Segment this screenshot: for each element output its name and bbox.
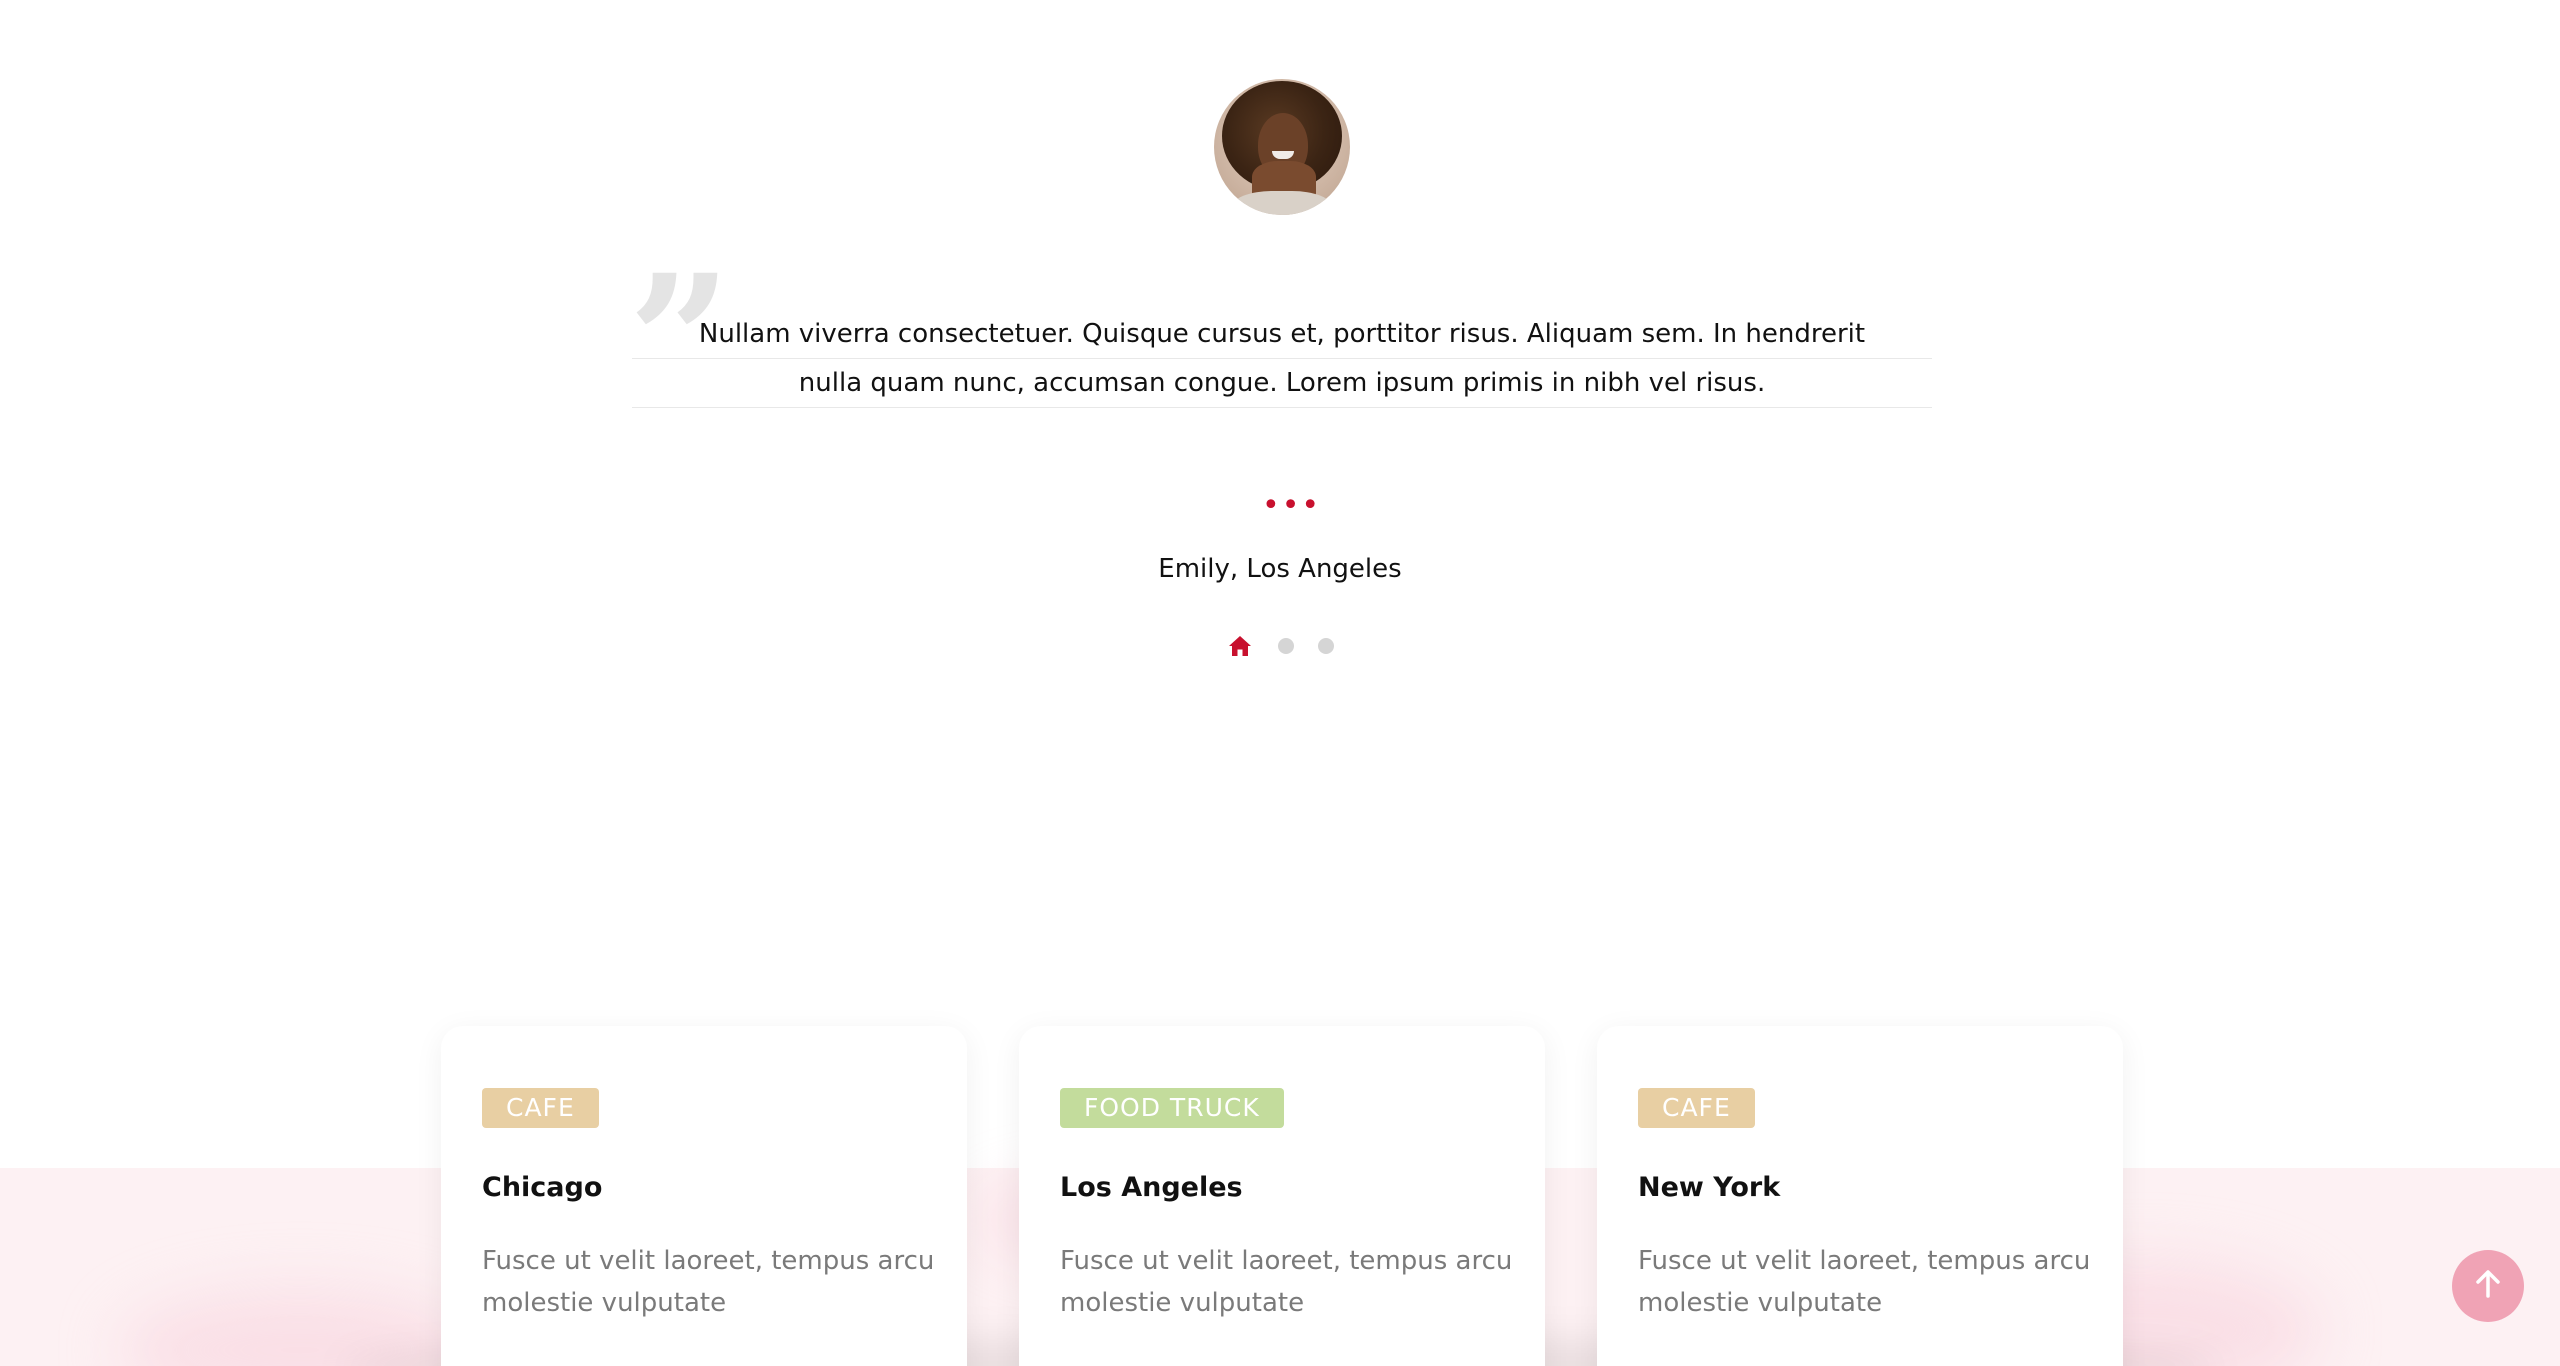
- pager-home-icon[interactable]: [1226, 632, 1254, 660]
- card-city[interactable]: Chicago: [482, 1172, 602, 1203]
- card-tag: CAFE: [1638, 1088, 1755, 1128]
- card-tag: FOOD TRUCK: [1060, 1088, 1284, 1128]
- pager-dot-2[interactable]: [1278, 638, 1294, 654]
- scroll-to-top-button[interactable]: [2452, 1250, 2524, 1322]
- card-description: Fusce ut velit laoreet, tempus arcu mole…: [1638, 1246, 2091, 1318]
- card-city[interactable]: Los Angeles: [1060, 1172, 1243, 1203]
- divider-dots: •••: [1262, 488, 1322, 523]
- quote-line-1: Nullam viverra consectetuer. Quisque cur…: [632, 310, 1932, 359]
- card-city[interactable]: New York: [1638, 1172, 1780, 1203]
- card-tag: CAFE: [482, 1088, 599, 1128]
- testimonial-author: Emily, Los Angeles: [1158, 554, 1402, 584]
- testimonial-quote: Nullam viverra consectetuer. Quisque cur…: [632, 310, 1932, 408]
- testimonial-avatar: [1214, 79, 1350, 215]
- pager-dot-3[interactable]: [1318, 638, 1334, 654]
- card-description: Fusce ut velit laoreet, tempus arcu mole…: [1060, 1246, 1513, 1318]
- location-card-new-york[interactable]: CAFE New York Fusce ut velit laoreet, te…: [1597, 1026, 2123, 1366]
- arrow-up-icon: [2475, 1269, 2501, 1303]
- location-card-los-angeles[interactable]: FOOD TRUCK Los Angeles Fusce ut velit la…: [1019, 1026, 1545, 1366]
- page: ” Nullam viverra consectetuer. Quisque c…: [0, 0, 2560, 1366]
- card-description: Fusce ut velit laoreet, tempus arcu mole…: [482, 1246, 935, 1318]
- location-card-chicago[interactable]: CAFE Chicago Fusce ut velit laoreet, tem…: [441, 1026, 967, 1366]
- testimonial-pager: [1226, 632, 1346, 660]
- quote-line-2: nulla quam nunc, accumsan congue. Lorem …: [632, 359, 1932, 408]
